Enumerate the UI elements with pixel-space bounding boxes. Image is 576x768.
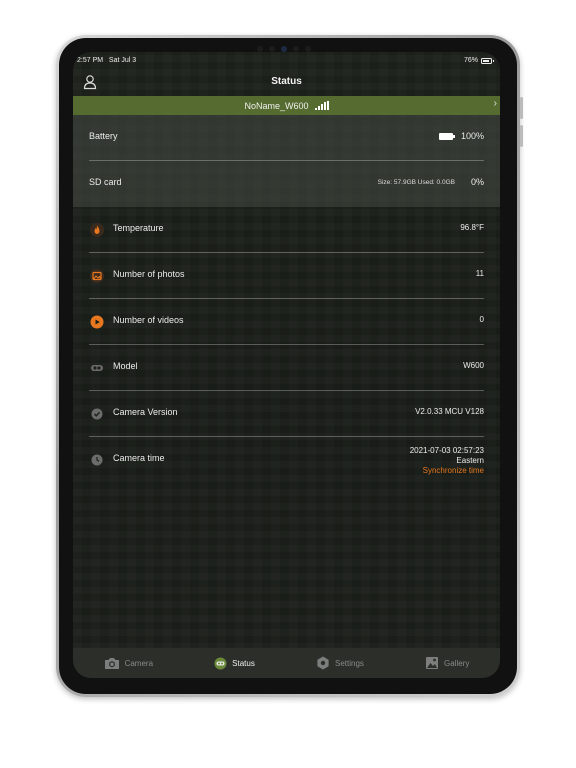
system-status-bar: 2:57 PM Sat Jul 3 76% bbox=[77, 57, 494, 69]
battery-icon bbox=[481, 57, 494, 64]
camera-version-value: V2.0.33 MCU V128 bbox=[415, 407, 484, 416]
synchronize-time-link[interactable]: Synchronize time bbox=[410, 466, 484, 476]
sd-card-size: Size: 57.9GB Used: 0.0GB bbox=[377, 178, 455, 186]
camera-timezone: Eastern bbox=[456, 456, 484, 465]
battery-row: Battery 100% bbox=[89, 115, 484, 161]
tab-bar: Camera Status Settings Gallery bbox=[73, 648, 500, 678]
tab-camera[interactable]: Camera bbox=[104, 657, 153, 670]
status-battery: 76% bbox=[463, 57, 494, 64]
tab-status-label: Status bbox=[232, 658, 255, 668]
camera-time-label: Camera time bbox=[113, 453, 165, 463]
battery-value: 100% bbox=[460, 131, 484, 141]
photos-label: Number of photos bbox=[113, 269, 185, 279]
model-value: W600 bbox=[463, 361, 484, 370]
tab-settings[interactable]: Settings bbox=[316, 656, 364, 670]
volume-up-button bbox=[520, 97, 523, 119]
photos-row: Number of photos 11 bbox=[89, 253, 484, 299]
signal-icon bbox=[314, 101, 329, 110]
model-row: Model W600 bbox=[89, 345, 484, 391]
sd-card-value-group: Size: 57.9GB Used: 0.0GB 0% bbox=[378, 177, 484, 187]
sd-card-label: SD card bbox=[89, 177, 122, 187]
model-icon bbox=[89, 360, 105, 376]
camera-datetime: 2021-07-03 02:57:23 bbox=[409, 446, 484, 455]
battery-label: Battery bbox=[89, 131, 118, 141]
storage-card: Battery 100% SD card Size: 57.9GB Used: … bbox=[73, 115, 500, 207]
volume-down-button bbox=[520, 125, 523, 147]
battery-value-group: 100% bbox=[438, 131, 484, 141]
temperature-value: 96.8°F bbox=[460, 223, 484, 232]
videos-value: 0 bbox=[479, 315, 484, 324]
camera-time-value-group: 2021-07-03 02:57:23 Eastern Synchronize … bbox=[410, 446, 484, 476]
nav-bar: Status bbox=[73, 72, 500, 96]
status-icon bbox=[214, 657, 227, 669]
camera-time-row: Camera time 2021-07-03 02:57:23 Eastern … bbox=[89, 437, 484, 483]
tab-status[interactable]: Status bbox=[214, 657, 255, 670]
sd-card-row: SD card Size: 57.9GB Used: 0.0GB 0% bbox=[89, 161, 484, 207]
videos-row: Number of videos 0 bbox=[89, 299, 484, 345]
photo-icon bbox=[89, 268, 105, 284]
sd-card-value: 0% bbox=[470, 177, 484, 187]
clock-icon bbox=[89, 452, 105, 468]
thermometer-icon bbox=[89, 222, 105, 238]
camera-icon bbox=[104, 657, 119, 669]
camera-version-label: Camera Version bbox=[113, 407, 178, 417]
photos-value: 11 bbox=[475, 269, 484, 278]
camera-version-row: Camera Version V2.0.33 MCU V128 bbox=[89, 391, 484, 437]
videos-label: Number of videos bbox=[113, 315, 184, 325]
settings-icon bbox=[317, 656, 329, 670]
camera-battery-icon bbox=[438, 132, 455, 140]
app-screen: 2:57 PM Sat Jul 3 76% Status NoName_W600… bbox=[73, 52, 500, 678]
device-selector[interactable]: NoName_W600 › bbox=[73, 96, 500, 115]
temperature-label: Temperature bbox=[113, 223, 164, 233]
version-icon bbox=[89, 406, 105, 422]
temperature-row: Temperature 96.8°F bbox=[89, 207, 484, 253]
page-title: Status bbox=[271, 76, 302, 87]
tab-gallery-label: Gallery bbox=[444, 658, 470, 668]
model-label: Model bbox=[113, 361, 138, 371]
tab-settings-label: Settings bbox=[334, 658, 364, 668]
battery-percent: 76% bbox=[463, 57, 478, 64]
device-name: NoName_W600 bbox=[244, 100, 309, 111]
status-time: 2:57 PM Sat Jul 3 bbox=[77, 57, 137, 64]
tab-camera-label: Camera bbox=[124, 658, 154, 668]
video-icon bbox=[89, 314, 105, 330]
gallery-icon bbox=[426, 657, 439, 669]
chevron-right-icon: › bbox=[493, 98, 497, 109]
tab-gallery[interactable]: Gallery bbox=[425, 656, 469, 670]
